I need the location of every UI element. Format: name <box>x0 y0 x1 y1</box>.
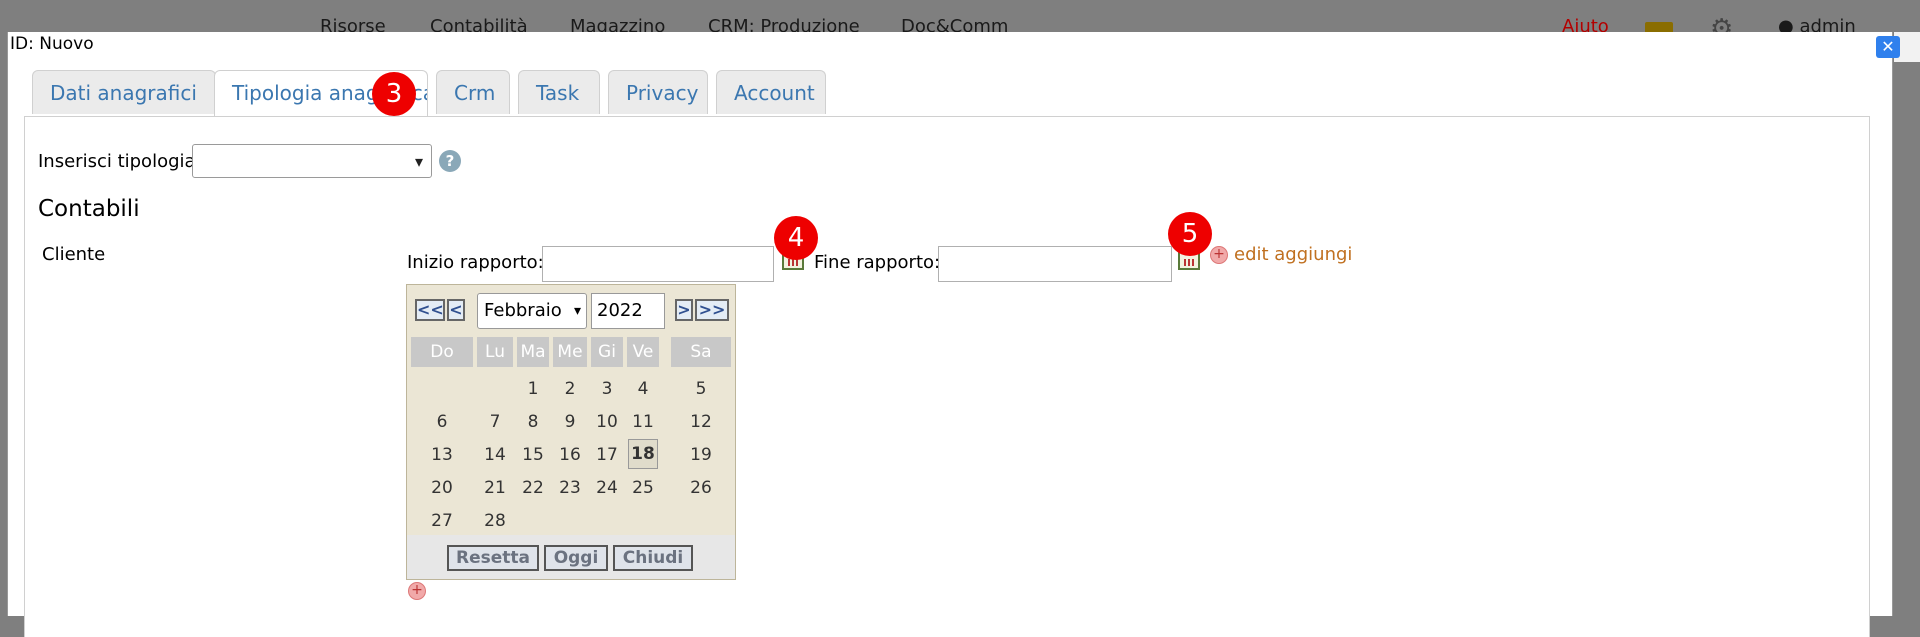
weekday-label: Ve <box>627 337 659 367</box>
tab-privacy[interactable]: Privacy <box>608 70 708 114</box>
row-label-cliente: Cliente <box>42 244 106 265</box>
type-select[interactable]: ▾ <box>192 144 432 178</box>
weekday-label: Gi <box>591 337 623 367</box>
weekday-label: Do <box>411 337 473 367</box>
calendar-day[interactable]: 22 <box>517 474 549 502</box>
date-picker-popup: << < Febbraio ▾ 2022 > >> Do Lu Ma Me Gi Ve Sa… <box>406 284 736 580</box>
weekday-label: Me <box>553 337 587 367</box>
tab-label: Crm <box>454 81 496 105</box>
calendar-day[interactable]: 5 <box>671 375 731 403</box>
calendar-day[interactable]: 13 <box>411 441 473 469</box>
chevron-down-icon: ▾ <box>414 152 423 171</box>
calendar-day[interactable]: 1 <box>517 375 549 403</box>
calendar-day[interactable]: 15 <box>517 441 549 469</box>
year-input[interactable]: 2022 <box>591 293 665 329</box>
type-label: Inserisci tipologia <box>38 151 196 172</box>
calendar-day[interactable]: 11 <box>627 408 659 436</box>
calendar-day[interactable]: 16 <box>553 441 587 469</box>
tab-label: Account <box>734 81 815 105</box>
today-button[interactable]: Oggi <box>544 545 608 571</box>
section-title: Contabili <box>38 196 140 222</box>
modal-dialog: ID: Nuovo Dati anagrafici Tipologia anag… <box>7 32 1900 637</box>
weekday-label: Ma <box>517 337 549 367</box>
step-marker: 3 <box>372 72 416 116</box>
next-year-button[interactable]: >> <box>695 299 729 321</box>
end-date-label: Fine rapporto: <box>814 252 941 273</box>
help-icon[interactable]: ? <box>439 150 461 172</box>
edit-add-link[interactable]: edit aggiungi <box>1234 244 1352 265</box>
weekday-label: Sa <box>671 337 731 367</box>
calendar-day[interactable]: 28 <box>477 507 513 535</box>
step-marker: 5 <box>1168 212 1212 256</box>
month-select[interactable]: Febbraio ▾ <box>477 293 587 329</box>
calendar-day[interactable]: 20 <box>411 474 473 502</box>
calendar-day[interactable]: 17 <box>591 441 623 469</box>
calendar-day[interactable]: 23 <box>553 474 587 502</box>
calendar-day[interactable]: 2 <box>553 375 587 403</box>
calendar-day[interactable]: 6 <box>411 408 473 436</box>
calendar-day[interactable]: 25 <box>627 474 659 502</box>
calendar-day[interactable]: 12 <box>671 408 731 436</box>
reset-button[interactable]: Resetta <box>447 545 539 571</box>
calendar-footer: Resetta Oggi Chiudi <box>407 535 735 579</box>
start-date-input[interactable] <box>542 246 774 282</box>
calendar-day[interactable]: 8 <box>517 408 549 436</box>
start-date-label: Inizio rapporto: <box>407 252 544 273</box>
calendar-day[interactable]: 10 <box>591 408 623 436</box>
calendar-day[interactable]: 19 <box>671 441 731 469</box>
calendar-day[interactable]: 7 <box>477 408 513 436</box>
close-button[interactable] <box>1876 36 1900 58</box>
calendar-day[interactable]: 21 <box>477 474 513 502</box>
tab-label: Task <box>536 81 580 105</box>
dialog-title: ID: Nuovo <box>10 34 94 54</box>
tab-account[interactable]: Account <box>716 70 826 114</box>
prev-month-button[interactable]: < <box>447 299 465 321</box>
tab-label: Privacy <box>626 81 699 105</box>
background-app-menubar: Risorse Contabilità Magazzino CRM: Produ… <box>0 0 1920 44</box>
calendar-day[interactable]: 9 <box>553 408 587 436</box>
calendar-day[interactable]: 14 <box>477 441 513 469</box>
next-month-button[interactable]: > <box>675 299 693 321</box>
tab-dati-anagrafici[interactable]: Dati anagrafici <box>32 70 216 114</box>
tab-crm[interactable]: Crm <box>436 70 510 114</box>
weekday-label: Lu <box>477 337 513 367</box>
calendar-day[interactable]: 3 <box>591 375 623 403</box>
close-calendar-button[interactable]: Chiudi <box>613 545 693 571</box>
calendar-day[interactable]: 24 <box>591 474 623 502</box>
calendar-day[interactable]: 27 <box>411 507 473 535</box>
step-marker: 4 <box>774 216 818 260</box>
add-icon[interactable]: + <box>1210 246 1228 264</box>
tab-panel <box>24 116 1870 637</box>
calendar-day[interactable]: 26 <box>671 474 731 502</box>
month-value: Febbraio <box>484 300 562 321</box>
add-icon[interactable]: + <box>408 582 426 600</box>
calendar-day[interactable]: 18 <box>628 439 658 469</box>
prev-year-button[interactable]: << <box>415 299 445 321</box>
tab-label: Dati anagrafici <box>50 81 197 105</box>
end-date-input[interactable] <box>938 246 1172 282</box>
calendar-day[interactable]: 4 <box>627 375 659 403</box>
tab-task[interactable]: Task <box>518 70 600 114</box>
chevron-down-icon: ▾ <box>573 294 581 328</box>
